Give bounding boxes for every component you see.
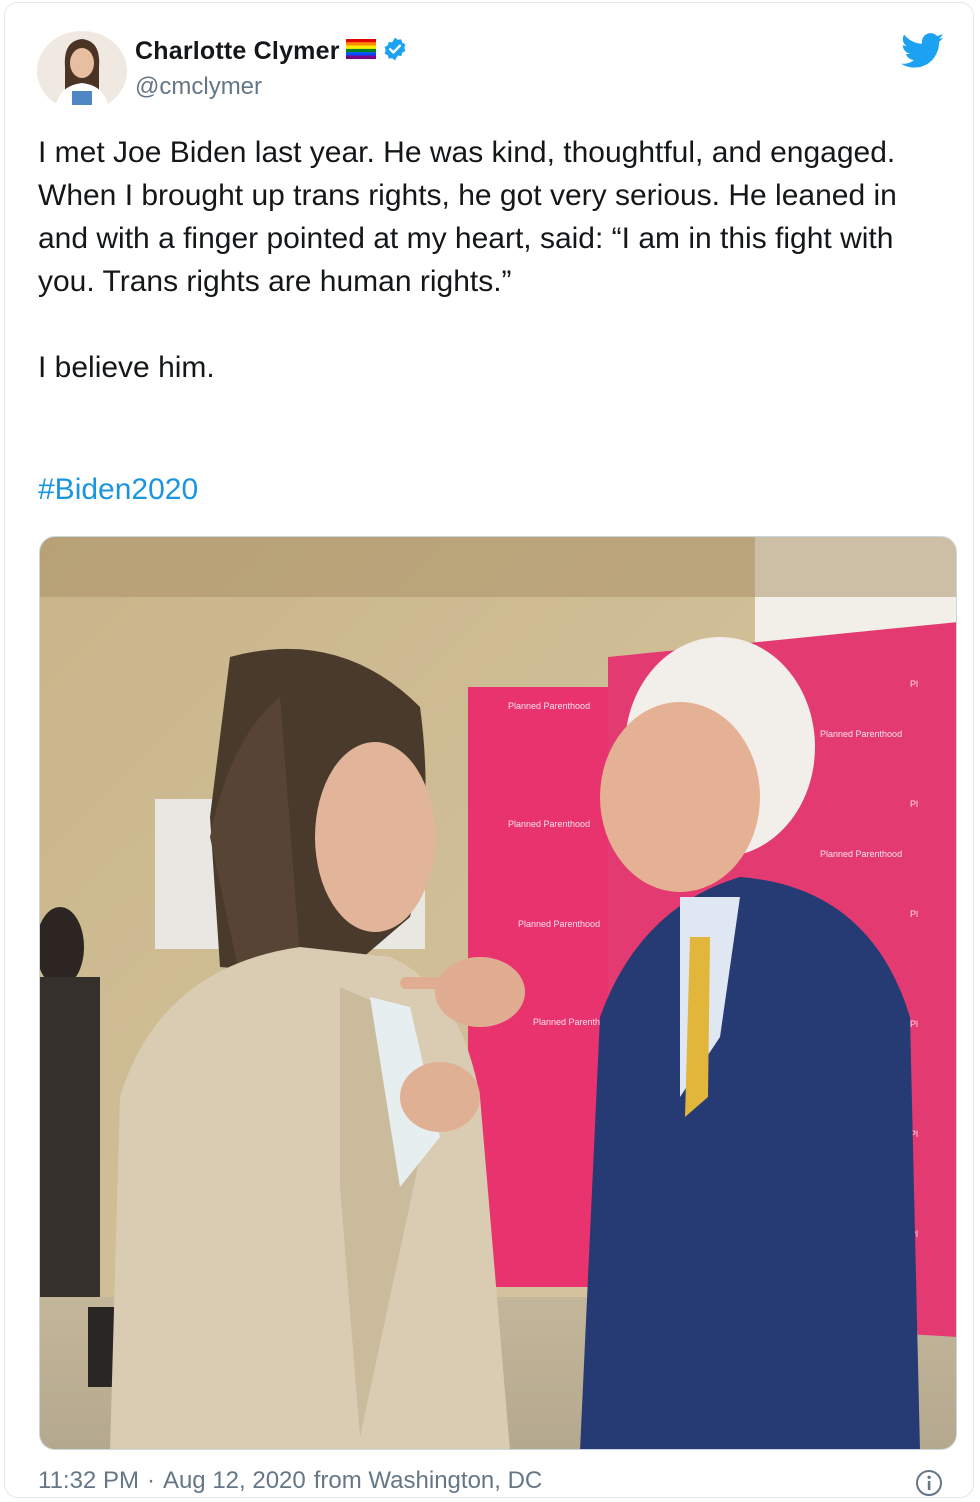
svg-text:Planned Parenthood: Planned Parenthood [820, 849, 902, 859]
rainbow-flag-icon [345, 38, 376, 64]
info-icon[interactable] [915, 1469, 943, 1497]
avatar[interactable] [37, 31, 127, 111]
svg-text:Pl: Pl [910, 799, 918, 809]
author-handle[interactable]: @cmclymer [135, 73, 262, 101]
tweet-text: I met Joe Biden last year. He was kind, … [38, 136, 897, 384]
author-name[interactable]: Charlotte Clymer [135, 37, 340, 66]
svg-text:Planned Parenthood: Planned Parenthood [508, 819, 590, 829]
svg-text:Planned Parenthood: Planned Parenthood [518, 919, 600, 929]
tweet-time[interactable]: 11:32 PM [38, 1467, 139, 1495]
twitter-bird-icon[interactable] [901, 33, 945, 74]
svg-text:Planned Parenthood: Planned Parenthood [508, 701, 590, 711]
svg-text:Pl: Pl [910, 909, 918, 919]
verified-badge-icon [382, 36, 408, 67]
tweet-date[interactable]: Aug 12, 2020 [163, 1467, 306, 1495]
svg-text:Pl: Pl [910, 1019, 918, 1029]
hashtag-link[interactable]: #Biden2020 [38, 473, 198, 507]
tweet-card: Charlotte Clymer @cmclymer I met Joe Bid… [4, 2, 974, 1498]
timestamp-row: 11:32 PM · Aug 12, 2020 from Washington,… [38, 1467, 542, 1495]
tweet-location: from Washington, DC [313, 1467, 543, 1494]
svg-text:Pl: Pl [910, 679, 918, 689]
separator-dot: · [146, 1467, 155, 1494]
tweet-photo[interactable]: Planned Parenthood Planned Parenthood Pl… [39, 536, 957, 1450]
author-row: Charlotte Clymer [135, 33, 408, 69]
svg-text:Planned Parenthood: Planned Parenthood [820, 729, 902, 739]
